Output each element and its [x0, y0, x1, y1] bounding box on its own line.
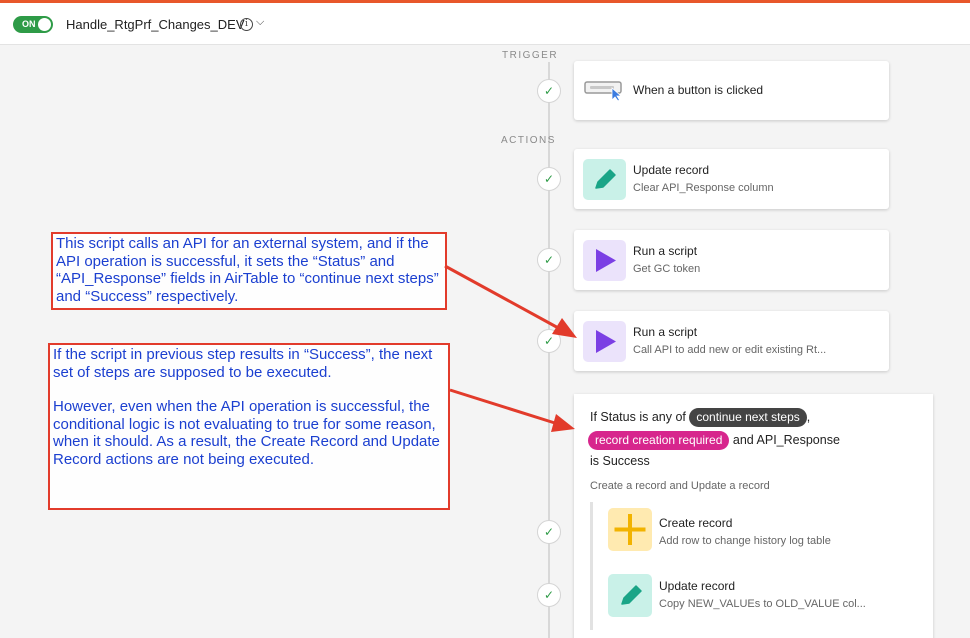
step-title: Run a script [633, 244, 698, 258]
action-card-run-script[interactable]: Run a script Get GC token [574, 230, 889, 290]
pencil-icon [583, 159, 626, 200]
check-icon: ✓ [537, 583, 561, 607]
trigger-card[interactable]: When a button is clicked [574, 61, 889, 120]
step-title: Update record [633, 163, 710, 177]
automation-name[interactable]: Handle_RtgPrf_Changes_DEV [66, 17, 245, 32]
play-icon [583, 321, 626, 362]
condition-comma: , [806, 410, 811, 424]
toggle-label: ON [22, 19, 36, 29]
arrow-line [449, 388, 559, 426]
play-icon [583, 240, 626, 281]
check-icon: ✓ [537, 520, 561, 544]
condition-line-1: If Status is any of continue next steps, [590, 408, 810, 427]
top-bar: ON Handle_RtgPrf_Changes_DEV i ⌵ [0, 0, 970, 45]
check-icon: ✓ [537, 248, 561, 272]
info-icon[interactable]: i [240, 18, 253, 31]
arrowhead [551, 414, 575, 432]
step-subtitle: Call API to add new or edit existing Rt.… [633, 344, 827, 356]
step-subtitle: Get GC token [633, 263, 701, 275]
toggle-knob [38, 18, 51, 31]
nested-title: Update record [659, 579, 736, 593]
trigger-section-label: TRIGGER [502, 50, 559, 61]
actions-section-label: ACTIONS [501, 135, 556, 146]
plus-icon [608, 508, 652, 551]
annotation-paragraph: If the script in previous step results i… [53, 346, 433, 381]
arrow-line [444, 264, 563, 332]
annotation-spacer [53, 381, 445, 398]
nested-subtitle: Add row to change history log table [659, 535, 831, 547]
condition-subtitle: Create a record and Update a record [590, 480, 770, 492]
annotation-paragraph: However, even when the API operation is … [53, 398, 440, 468]
branch-line [590, 502, 593, 630]
nested-title: Create record [659, 516, 733, 530]
condition-prefix: If Status is any of [590, 410, 686, 424]
step-title: Run a script [633, 325, 698, 339]
annotation-box-script: This script calls an API for an external… [51, 232, 447, 310]
status-chip-record-creation: record creation required [588, 431, 730, 450]
on-off-toggle[interactable]: ON [13, 16, 53, 33]
status-chip-continue: continue next steps [689, 408, 807, 427]
check-icon: ✓ [537, 167, 561, 191]
chevron-down-icon[interactable]: ⌵ [256, 16, 264, 29]
condition-line-2: record creation required and API_Respons… [588, 431, 840, 450]
condition-middle: and API_Response [732, 433, 840, 447]
annotation-box-condition: If the script in previous step results i… [48, 343, 450, 510]
check-icon: ✓ [537, 329, 561, 353]
button-cursor-icon [584, 76, 624, 107]
step-subtitle: Clear API_Response column [633, 182, 774, 194]
nested-subtitle: Copy NEW_VALUEs to OLD_VALUE col... [659, 598, 866, 610]
action-card-update-record[interactable]: Update record Clear API_Response column [574, 149, 889, 209]
pencil-icon [608, 574, 652, 617]
trigger-title: When a button is clicked [633, 83, 764, 97]
check-icon: ✓ [537, 79, 561, 103]
action-card-run-script-api[interactable]: Run a script Call API to add new or edit… [574, 311, 889, 371]
condition-line-3: is Success [590, 454, 650, 468]
conditional-group-card[interactable]: If Status is any of continue next steps,… [574, 394, 933, 638]
